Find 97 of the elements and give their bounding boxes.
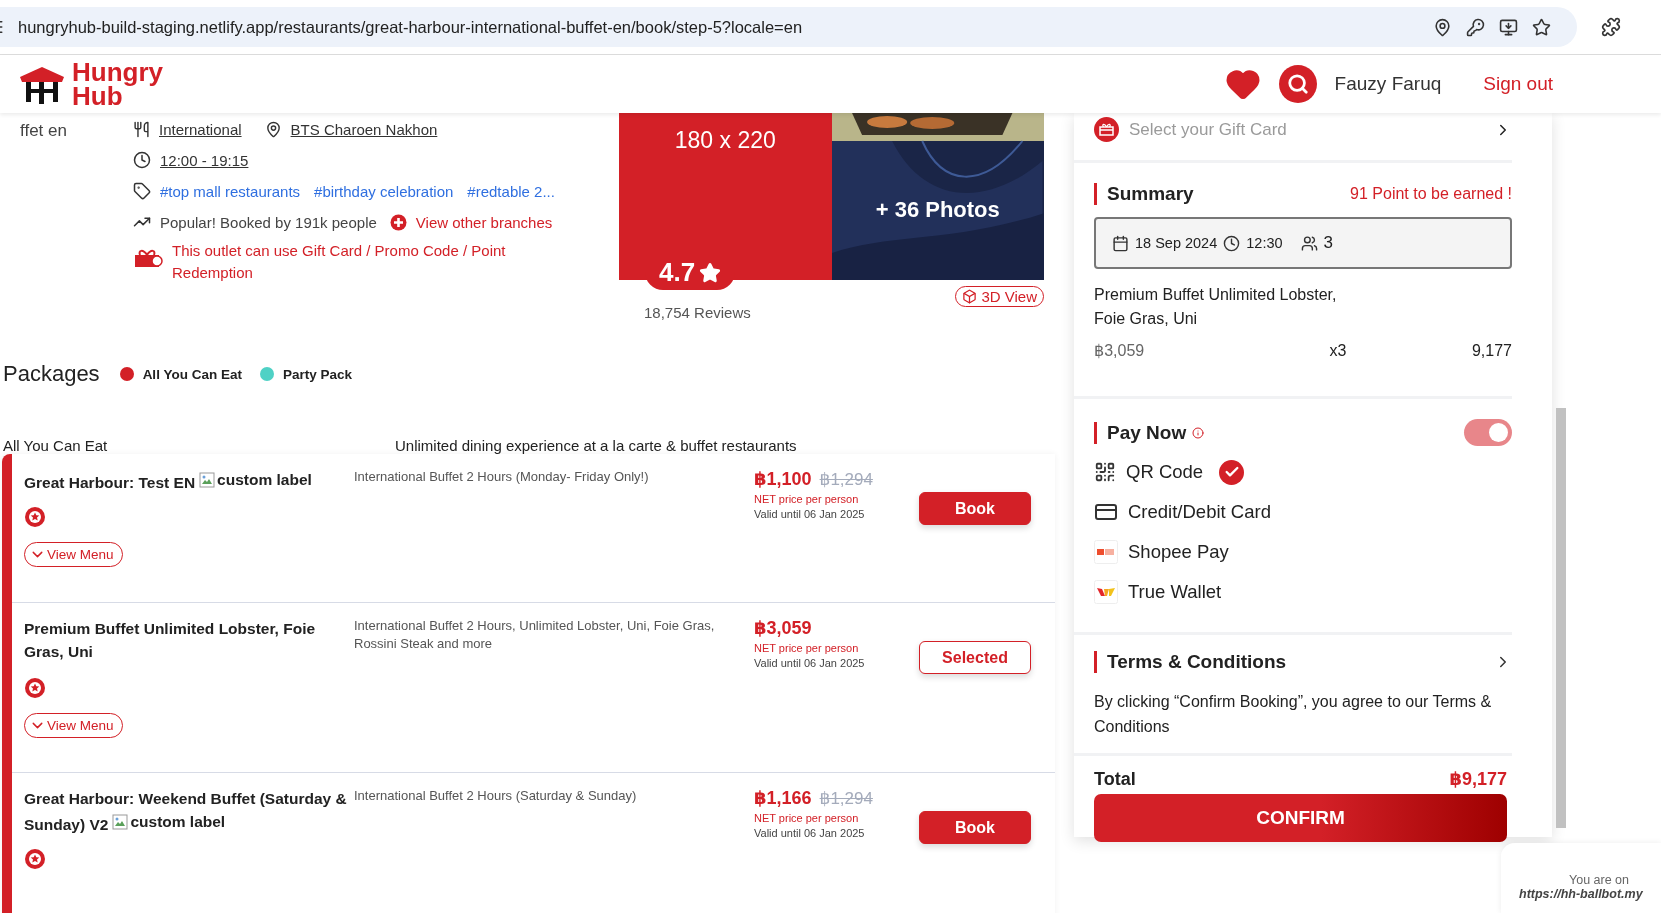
check-icon bbox=[1219, 459, 1245, 485]
hours-link[interactable]: 12:00 - 19:15 bbox=[160, 151, 249, 169]
view-menu-button[interactable]: View Menu bbox=[24, 713, 123, 738]
search-icon bbox=[1286, 73, 1309, 95]
points-text: 91 Point to be earned ! bbox=[1350, 185, 1512, 203]
confirm-button[interactable]: CONFIRM bbox=[1094, 794, 1507, 842]
key-icon[interactable] bbox=[1466, 17, 1485, 37]
valid-until: Valid until 06 Jan 2025 bbox=[754, 827, 866, 839]
point-badge-icon bbox=[24, 677, 46, 699]
gift-icon bbox=[133, 248, 163, 268]
gift-card-icon bbox=[1094, 117, 1119, 142]
cuisine-link[interactable]: International bbox=[159, 121, 242, 138]
payment-option[interactable]: Shopee Pay bbox=[1094, 532, 1512, 572]
reviews-count: 18,754 Reviews bbox=[644, 304, 751, 321]
quantity: x3 bbox=[1329, 341, 1347, 360]
qr-code-icon bbox=[1094, 461, 1116, 483]
branches-link[interactable]: View other branches bbox=[415, 213, 553, 231]
tag-icon bbox=[133, 182, 151, 200]
guest-count: 3 bbox=[1323, 233, 1333, 253]
section-title: Summary bbox=[1094, 183, 1194, 205]
promo-note: This outlet can use Gift Card / Promo Code / Point Redemption bbox=[172, 241, 507, 283]
more-photos-link[interactable]: + 36 Photos bbox=[875, 196, 1000, 223]
payment-option[interactable]: QR Code bbox=[1094, 452, 1512, 492]
clock-icon bbox=[1223, 234, 1241, 252]
utensils-icon bbox=[133, 121, 150, 138]
gift-card-selector[interactable]: Select your Gift Card bbox=[1094, 117, 1512, 142]
sign-out-link[interactable]: Sign out bbox=[1483, 73, 1553, 95]
tag-link[interactable]: #top mall restaurants bbox=[160, 182, 301, 200]
package-name: Great Harbour: Weekend Buffet (Saturday & Sunday) V2 custom label bbox=[24, 789, 348, 835]
package-price: ฿1,100 bbox=[754, 468, 812, 490]
total-amount: ฿9,177 bbox=[1449, 768, 1507, 790]
total-label: Total bbox=[1094, 768, 1136, 790]
payment-option[interactable]: Credit/Debit Card bbox=[1094, 492, 1512, 532]
section-title: Terms & Conditions bbox=[1094, 651, 1287, 673]
price-note: NET price per person bbox=[754, 812, 860, 824]
calendar-icon bbox=[1112, 234, 1129, 252]
pay-now-toggle[interactable] bbox=[1464, 419, 1512, 446]
tag-link[interactable]: #redtable 2... bbox=[467, 182, 555, 200]
search-button[interactable] bbox=[1278, 65, 1317, 103]
book-button[interactable]: Book bbox=[919, 492, 1031, 525]
location-pin-icon bbox=[264, 121, 282, 138]
legend-label: Party Pack bbox=[282, 366, 352, 382]
terms-text: By clicking “Confirm Booking”, you agree to our Terms & Conditions bbox=[1094, 693, 1492, 735]
chat-link[interactable]: https://hh-ballbot.my bbox=[1519, 887, 1643, 901]
scrollbar[interactable] bbox=[1556, 408, 1566, 828]
broken-image-icon bbox=[199, 471, 216, 488]
package-description: International Buffet 2 Hours (Saturday & Sunday) bbox=[354, 787, 638, 805]
book-button[interactable]: Selected bbox=[919, 641, 1031, 674]
broken-image-icon bbox=[112, 813, 129, 830]
extensions-icon[interactable] bbox=[1601, 17, 1621, 37]
section-title: Packages bbox=[3, 361, 100, 387]
tag-link[interactable]: #birthday celebration bbox=[314, 182, 454, 200]
chat-text: You are on bbox=[1569, 873, 1629, 887]
booking-date: 18 Sep 2024 bbox=[1135, 235, 1218, 251]
bookmark-star-icon[interactable] bbox=[1532, 17, 1551, 37]
package-name: Premium Buffet Unlimited Lobster, Foie Gras, Uni bbox=[24, 619, 317, 662]
plus-circle-icon bbox=[389, 213, 407, 231]
clock-icon bbox=[133, 151, 151, 169]
info-icon bbox=[1192, 426, 1205, 439]
placeholder-label: 180 x 220 bbox=[674, 127, 776, 155]
book-button[interactable]: Book bbox=[919, 811, 1031, 844]
package-price: ฿3,059 bbox=[754, 617, 812, 639]
package-description: International Buffet 2 Hours (Monday- Friday Only!) bbox=[354, 468, 650, 486]
people-icon bbox=[1300, 234, 1318, 252]
package-description: International Buffet 2 Hours, Unlimited Lobster, Uni, Foie Gras, Rossini Steak and more bbox=[354, 617, 716, 653]
popularity-text: Popular! Booked by 191k people bbox=[160, 213, 377, 231]
legend-label: All You Can Eat bbox=[142, 366, 242, 382]
category-description: Unlimited dining experience at a la carte & buffet restaurants bbox=[395, 437, 797, 454]
payment-option[interactable]: True Wallet bbox=[1094, 572, 1512, 612]
install-icon[interactable] bbox=[1499, 17, 1518, 37]
price-note: NET price per person bbox=[754, 642, 860, 654]
original-price: ฿1,294 bbox=[819, 788, 873, 809]
section-title: Pay Now bbox=[1094, 421, 1187, 444]
price-note: NET price per person bbox=[754, 493, 860, 505]
original-price: ฿1,294 bbox=[819, 469, 873, 490]
valid-until: Valid until 06 Jan 2025 bbox=[754, 657, 866, 669]
user-name: Fauzy Faruq bbox=[1334, 73, 1442, 95]
point-badge-icon bbox=[24, 847, 46, 870]
restaurant-name: ffet en bbox=[20, 121, 67, 140]
view-menu-button[interactable]: View Menu bbox=[24, 541, 123, 567]
location-link[interactable]: BTS Charoen Nakhon bbox=[290, 121, 438, 138]
3d-view-button[interactable]: 3D View bbox=[955, 286, 1044, 307]
item-name: Premium Buffet Unlimited Lobster, Foie Gras, Uni bbox=[1094, 286, 1337, 327]
wallet-logo-icon bbox=[1094, 580, 1118, 604]
category-name: All You Can Eat bbox=[3, 437, 109, 454]
cube-icon bbox=[962, 289, 978, 304]
location-icon[interactable] bbox=[1433, 17, 1452, 37]
line-total: 9,177 bbox=[1470, 341, 1512, 360]
unit-price: ฿3,059 bbox=[1094, 341, 1146, 360]
logo[interactable]: Hungry Hub bbox=[18, 60, 163, 108]
point-badge-icon bbox=[24, 505, 46, 528]
wallet-logo-icon bbox=[1094, 540, 1118, 564]
package-name: Great Harbour: Test EN custom label bbox=[24, 470, 313, 493]
address-bar[interactable]: hungryhub-build-staging.netlify.app/restaurants/great-harbour-international-buffet-en/book/step-5?locale=en bbox=[0, 7, 1577, 47]
booking-time: 12:30 bbox=[1246, 235, 1283, 251]
package-price: ฿1,166 bbox=[754, 787, 812, 809]
valid-until: Valid until 06 Jan 2025 bbox=[754, 508, 866, 520]
